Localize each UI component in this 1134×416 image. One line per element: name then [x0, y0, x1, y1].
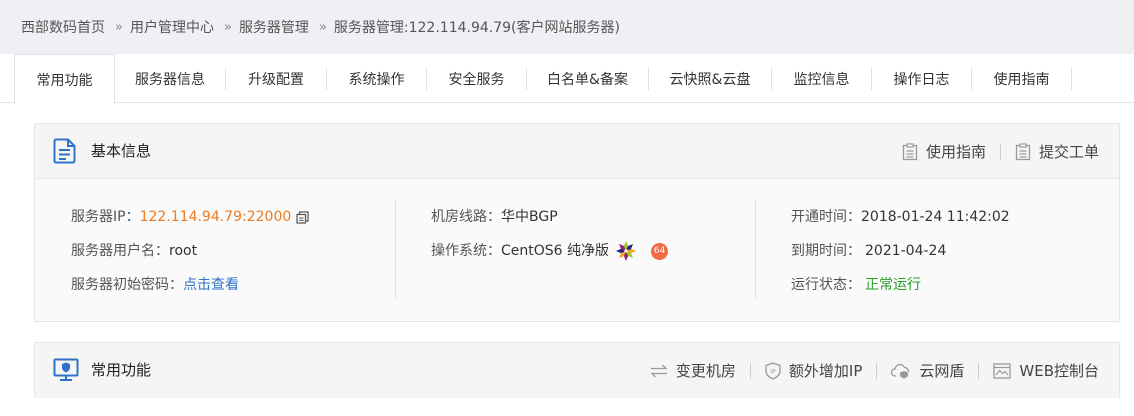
username-value: root [169, 243, 198, 259]
expire-time-row: 到期时间： 2021-04-24 [791, 234, 1010, 268]
add-extra-ip-link[interactable]: IP 额外增加IP [765, 360, 862, 381]
submit-ticket-link[interactable]: 提交工单 [1015, 141, 1099, 162]
tab-whitelist-filing[interactable]: 白名单&备案 [527, 54, 648, 103]
cloud-shield-link[interactable]: 云网盾 [891, 360, 964, 381]
view-password-link[interactable]: 点击查看 [183, 268, 239, 302]
breadcrumb: 西部数码首页 » 用户管理中心 » 服务器管理 » 服务器管理:122.114.… [0, 0, 1134, 54]
link-divider [999, 143, 1001, 160]
submit-ticket-label: 提交工单 [1038, 143, 1099, 161]
tab-bar: 常用功能 服务器信息 升级配置 系统操作 安全服务 白名单&备案 云快照&云盘 … [0, 54, 1134, 104]
web-console-label: WEB控制台 [1019, 362, 1099, 380]
breadcrumb-user-center[interactable]: 用户管理中心 [130, 17, 214, 37]
clipboard-icon [1015, 142, 1031, 160]
column-divider [395, 200, 396, 300]
usage-guide-label: 使用指南 [925, 143, 986, 161]
tab-monitoring[interactable]: 监控信息 [772, 54, 871, 103]
expire-time-value: 2021-04-24 [865, 243, 947, 259]
expire-time-label: 到期时间： [791, 243, 861, 259]
add-extra-ip-label: 额外增加IP [788, 362, 863, 380]
change-datacenter-label: 变更机房 [675, 362, 736, 380]
basic-info-links: 使用指南 提交工单 [902, 124, 1099, 179]
copy-icon[interactable] [296, 210, 309, 224]
password-label: 服务器初始密码： [71, 277, 183, 293]
password-row: 服务器初始密码： 点击查看 [71, 268, 309, 302]
action-divider [876, 362, 878, 379]
ip-shield-icon: IP [765, 361, 781, 380]
basic-info-panel: 基本信息 使用指南 提交工单 服务器IP： 122.114.94.79:2200… [34, 123, 1120, 322]
centos-logo-icon [615, 240, 637, 262]
svg-text:IP: IP [770, 368, 776, 375]
os-64bit-badge: 64 [651, 242, 669, 260]
line-row: 机房线路： 华中BGP [431, 200, 668, 234]
basic-info-title: 基本信息 [91, 142, 152, 160]
info-column-time: 开通时间： 2018-01-24 11:42:02 到期时间： 2021-04-… [791, 200, 1010, 302]
tab-usage-guide[interactable]: 使用指南 [972, 54, 1071, 103]
username-label: 服务器用户名： [71, 243, 169, 259]
tab-server-info[interactable]: 服务器信息 [115, 54, 225, 103]
username-row: 服务器用户名： root [71, 234, 309, 268]
breadcrumb-separator: » [223, 19, 232, 35]
usage-guide-link[interactable]: 使用指南 [902, 141, 986, 162]
web-console-link[interactable]: WEB控制台 [993, 360, 1099, 381]
line-value: 华中BGP [501, 209, 558, 225]
common-functions-panel: 常用功能 变更机房 IP 额外增加IP 云网盾 WEB控制台 [34, 342, 1120, 398]
breadcrumb-separator: » [318, 19, 327, 35]
os-label: 操作系统： [431, 243, 501, 259]
action-divider [978, 362, 980, 379]
common-functions-header: 常用功能 变更机房 IP 额外增加IP 云网盾 WEB控制台 [35, 343, 1119, 398]
breadcrumb-server-management[interactable]: 服务器管理 [239, 17, 309, 37]
breadcrumb-home[interactable]: 西部数码首页 [21, 17, 105, 37]
tab-security-services[interactable]: 安全服务 [427, 54, 526, 103]
status-value: 正常运行 [865, 277, 921, 293]
document-icon [53, 138, 77, 168]
tab-upgrade-config[interactable]: 升级配置 [226, 54, 326, 103]
server-ip-value: 122.114.94.79:22000 [139, 209, 292, 225]
tab-divider [1071, 68, 1072, 90]
os-row: 操作系统： CentOS6 纯净版 64 [431, 234, 669, 268]
status-row: 运行状态： 正常运行 [791, 268, 1010, 302]
basic-info-body: 服务器IP： 122.114.94.79:22000 服务器用户名： root … [35, 180, 1119, 320]
monitor-shield-icon [53, 358, 79, 386]
console-window-icon [993, 362, 1012, 379]
breadcrumb-separator: » [115, 19, 123, 35]
server-ip-row: 服务器IP： 122.114.94.79:22000 [71, 200, 309, 234]
basic-info-header: 基本信息 使用指南 提交工单 [35, 124, 1119, 179]
tab-common-functions[interactable]: 常用功能 [14, 54, 115, 104]
os-value: CentOS6 纯净版 [501, 243, 610, 259]
common-functions-title: 常用功能 [91, 361, 152, 379]
tab-operation-logs[interactable]: 操作日志 [872, 54, 971, 103]
action-divider [749, 362, 751, 379]
common-functions-actions: 变更机房 IP 额外增加IP 云网盾 WEB控制台 [650, 343, 1099, 398]
cloud-shield-label: 云网盾 [919, 362, 965, 380]
swap-arrows-icon [650, 364, 668, 377]
open-time-value: 2018-01-24 11:42:02 [861, 209, 1010, 225]
info-column-system: 机房线路： 华中BGP 操作系统： CentOS6 纯净版 64 [431, 200, 669, 268]
column-divider [755, 200, 756, 300]
tab-system-operations[interactable]: 系统操作 [327, 54, 426, 103]
info-column-server: 服务器IP： 122.114.94.79:22000 服务器用户名： root … [71, 200, 309, 302]
line-label: 机房线路： [431, 209, 501, 225]
status-label: 运行状态： [791, 277, 861, 293]
open-time-label: 开通时间： [791, 209, 861, 225]
cloud-shield-icon [891, 363, 910, 378]
server-ip-label: 服务器IP： [71, 209, 140, 225]
tab-snapshot-disk[interactable]: 云快照&云盘 [649, 54, 771, 103]
clipboard-icon [902, 142, 918, 160]
change-datacenter-link[interactable]: 变更机房 [650, 360, 736, 381]
open-time-row: 开通时间： 2018-01-24 11:42:02 [791, 200, 1010, 234]
breadcrumb-current-server: 服务器管理:122.114.94.79(客户网站服务器) [333, 20, 620, 36]
